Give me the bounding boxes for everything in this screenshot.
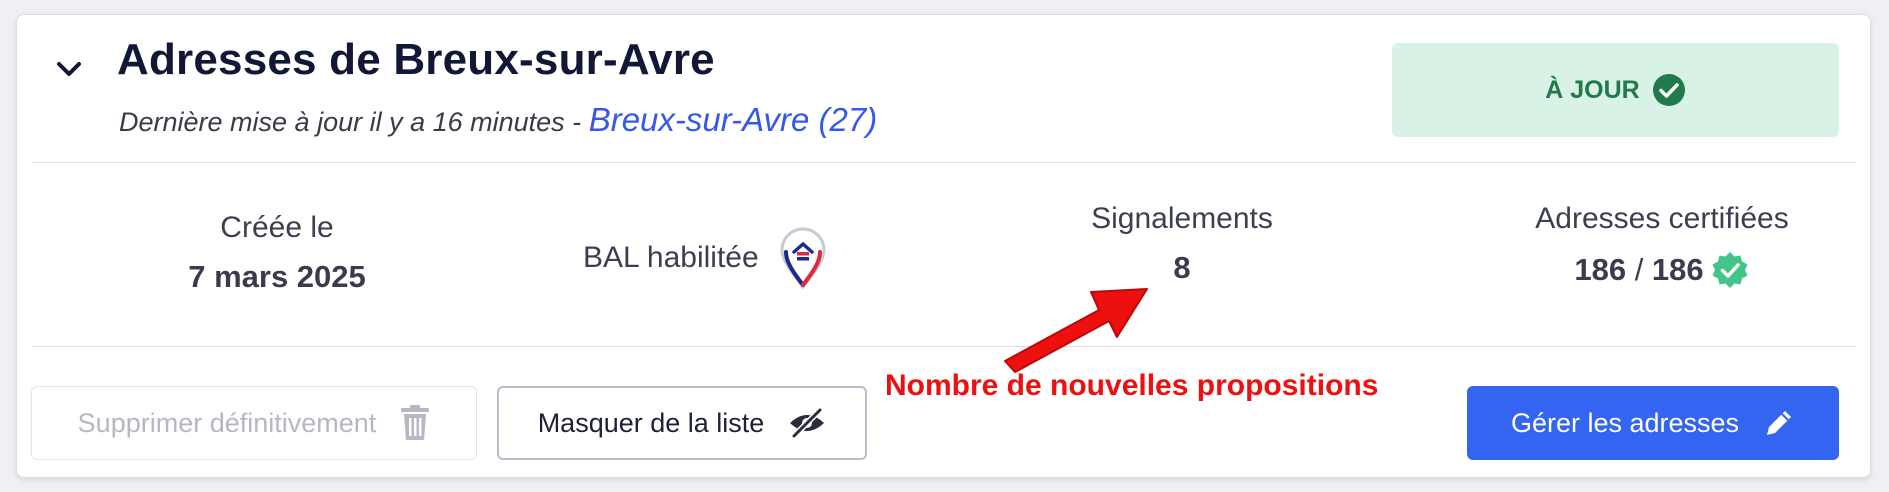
pencil-icon [1767,411,1792,435]
last-update-prefix: Dernière mise à jour il y a 16 minutes - [119,107,589,137]
signalements-label: Signalements [1091,202,1273,235]
certified-stat: Adresses certifiées 186 / 186 [1452,202,1872,290]
hide-from-list-label: Masquer de la liste [537,407,765,438]
check-circle-icon [1652,74,1685,106]
certified-count: 186 [1574,252,1627,287]
created-label: Créée le [220,211,334,244]
certified-separator: / [1626,252,1652,287]
map-pin-icon [780,227,826,289]
bal-card: Adresses de Breux-sur-Avre Dernière mise… [16,14,1871,478]
delete-permanently-label: Supprimer définitivement [77,407,377,438]
eye-slash-icon [790,407,825,439]
annotation-text: Nombre de nouvelles propositions [885,369,1379,402]
chevron-down-icon[interactable] [49,49,89,89]
bal-habilitee-label: BAL habilitée [583,241,759,274]
manage-addresses-label: Gérer les adresses [1510,407,1740,438]
certified-value: 186 / 186 [1452,250,1872,290]
divider-top [31,162,1856,163]
page-title: Adresses de Breux-sur-Avre [117,35,715,84]
divider-bottom [31,346,1856,347]
verified-badge-icon [1712,252,1748,288]
status-badge: À JOUR [1392,43,1839,137]
hide-from-list-button[interactable]: Masquer de la liste [497,386,867,460]
bal-habilitee-stat: BAL habilitée [583,227,829,289]
created-value: 7 mars 2025 [188,259,366,294]
created-stat: Créée le 7 mars 2025 [97,211,457,295]
trash-icon [401,405,430,440]
manage-addresses-button[interactable]: Gérer les adresses [1467,386,1839,460]
status-badge-label: À JOUR [1545,75,1640,104]
commune-link[interactable]: Breux-sur-Avre (27) [589,101,878,138]
certified-total: 186 [1651,252,1704,287]
annotation-arrow-icon [1004,288,1148,373]
delete-permanently-button[interactable]: Supprimer définitivement [31,386,477,460]
certified-label: Adresses certifiées [1535,202,1789,235]
last-update-text: Dernière mise à jour il y a 16 minutes -… [119,101,877,139]
